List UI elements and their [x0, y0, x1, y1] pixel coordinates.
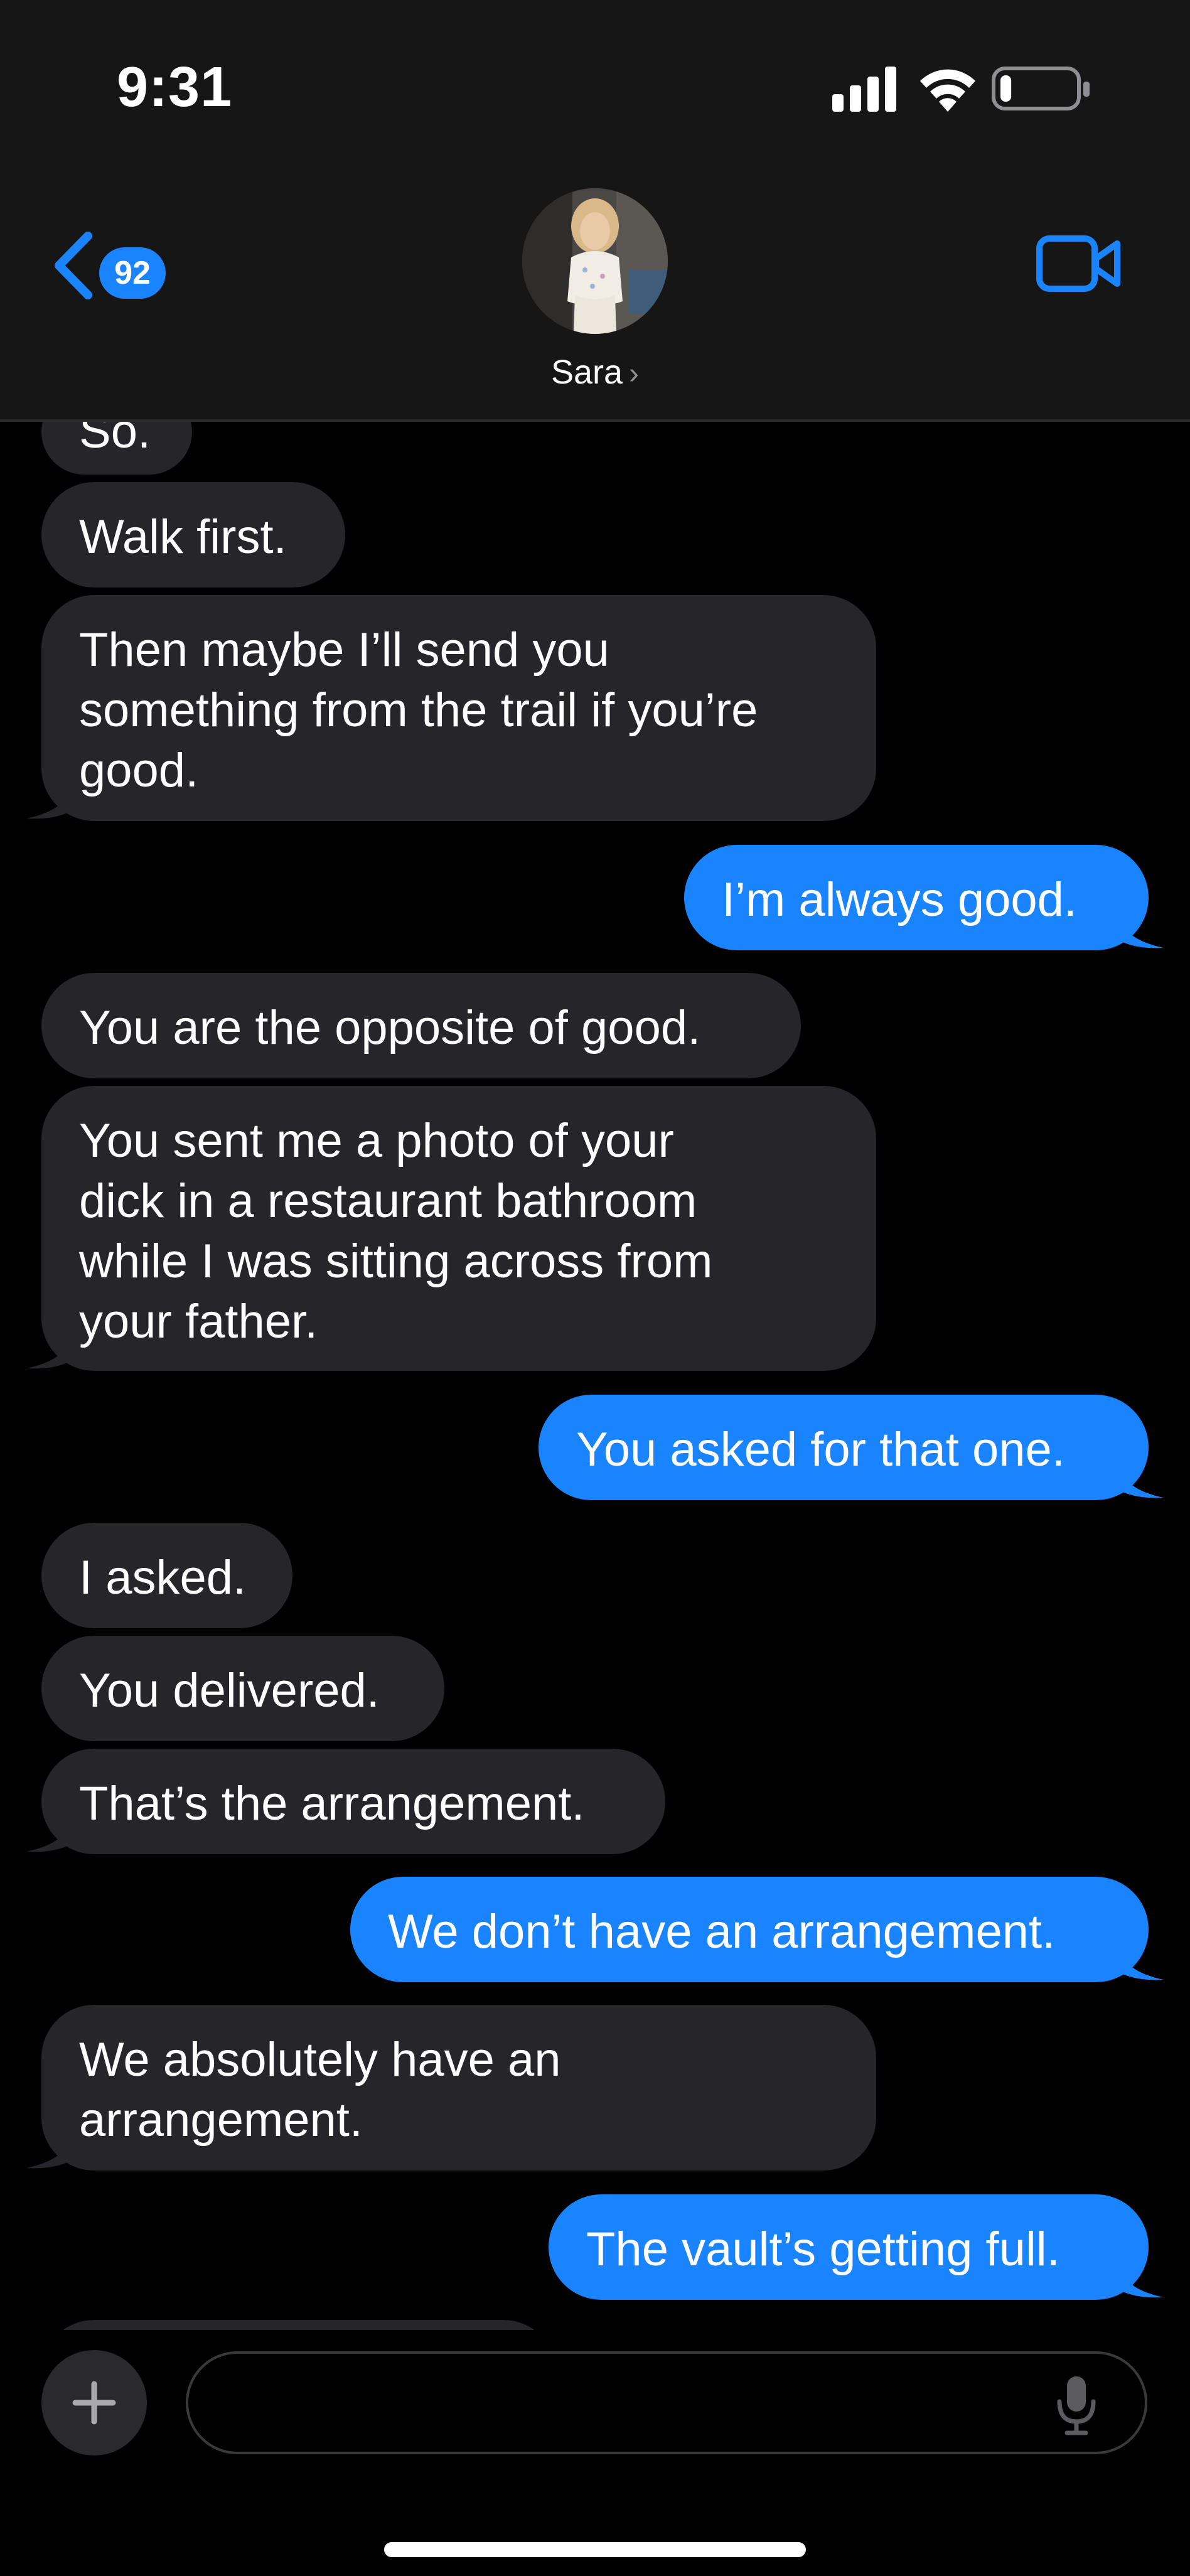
bubble-tail [1110, 1940, 1164, 1980]
message-line: Walk first. [79, 510, 287, 564]
message-line: That’s the arrangement. [79, 1777, 585, 1830]
message-bubble-incoming[interactable]: I asked. [41, 1523, 292, 1628]
cellular-signal-icon [832, 67, 896, 112]
add-attachment-button[interactable] [41, 2350, 147, 2455]
message-bubble-incoming[interactable]: We absolutely have an arrangement. [41, 2005, 876, 2171]
bubble-tail [26, 2128, 80, 2169]
contact-name: Sara [550, 353, 623, 391]
microphone-icon[interactable] [1054, 2374, 1098, 2437]
message-line: arrangement. [79, 2093, 363, 2147]
message-line: You sent me a photo of your [79, 1114, 674, 1167]
video-call-button[interactable] [1036, 233, 1122, 294]
bubble-tail [26, 1328, 80, 1369]
message-line: We absolutely have an [79, 2033, 561, 2086]
message-bubble-incoming[interactable]: Then maybe I’ll send you something from … [41, 595, 876, 821]
bubble-tail [1110, 1457, 1164, 1498]
bubble-tail [1110, 908, 1164, 948]
message-input[interactable] [186, 2351, 1147, 2454]
message-line: your father. [79, 1295, 318, 1348]
back-chevron-icon [55, 232, 92, 299]
message-line: The vault’s getting full. [586, 2223, 1060, 2276]
message-line: something from the trail if you’re [79, 684, 758, 737]
contact-photo [522, 188, 668, 334]
message-line: I’m always good. [722, 873, 1078, 926]
status-icons [832, 63, 1096, 113]
bubble-tail [26, 778, 80, 819]
plus-icon [72, 2381, 116, 2425]
message-bubble-incoming[interactable]: You are the opposite of good. [41, 973, 801, 1078]
message-bubble-outgoing[interactable]: You asked for that one. [539, 1395, 1149, 1500]
message-bubble-incoming[interactable]: You sent me a photo of your dick in a re… [41, 1086, 876, 1371]
avatar[interactable] [522, 188, 668, 334]
message-bubble-incoming[interactable]: You delivered. [41, 1636, 444, 1741]
message-line: Then maybe I’ll send you [79, 623, 609, 677]
message-bubble-outgoing[interactable]: We don’t have an arrangement. [350, 1877, 1149, 1982]
navigation-header: 9:31 92 Sara › [0, 0, 1190, 422]
message-line: good. [79, 744, 199, 797]
wifi-icon [920, 69, 975, 112]
message-line: while I was sitting across from [79, 1235, 713, 1288]
message-line: You are the opposite of good. [79, 1001, 701, 1055]
bubble-tail [26, 1811, 80, 1852]
message-bubble-incoming[interactable]: Walk first. [41, 482, 345, 588]
message-line: You asked for that one. [576, 1423, 1065, 1476]
video-call-icon [1036, 235, 1120, 292]
contact-name-button[interactable]: Sara › [0, 353, 1190, 392]
message-line: I asked. [79, 1551, 247, 1604]
message-line: You delivered. [79, 1664, 380, 1717]
status-time: 9:31 [117, 56, 233, 119]
unread-count-badge: 92 [99, 247, 166, 299]
compose-bar [0, 2330, 1190, 2576]
home-indicator[interactable] [384, 2542, 806, 2557]
message-line: We don’t have an arrangement. [388, 1905, 1056, 1958]
back-button[interactable]: 92 [48, 226, 173, 301]
message-bubble-outgoing[interactable]: I’m always good. [684, 845, 1149, 950]
message-bubble-outgoing[interactable]: The vault’s getting full. [549, 2194, 1149, 2300]
message-bubble-incoming[interactable]: That’s the arrangement. [41, 1749, 665, 1854]
chevron-right-icon: › [629, 357, 640, 390]
message-line: dick in a restaurant bathroom [79, 1174, 697, 1228]
battery-icon [992, 67, 1090, 110]
bubble-tail [1110, 2257, 1164, 2298]
